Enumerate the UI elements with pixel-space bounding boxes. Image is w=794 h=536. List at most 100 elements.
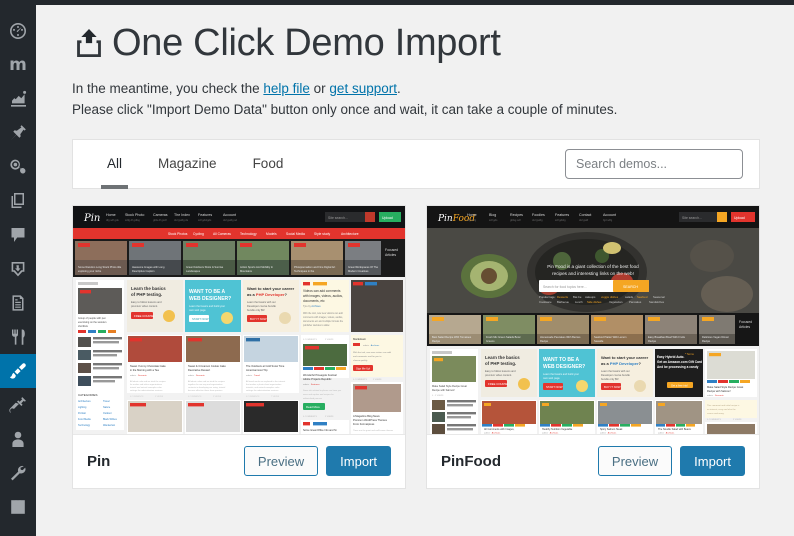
svg-text:Tyre by Archives: Tyre by Archives bbox=[303, 305, 321, 308]
svg-text:Spicy Salmon Steak: Spicy Salmon Steak bbox=[600, 428, 623, 431]
svg-text:premium video content.: premium video content. bbox=[485, 373, 512, 377]
svg-text:Social Media: Social Media bbox=[286, 232, 305, 236]
svg-text:Techniques in the: Techniques in the bbox=[294, 269, 315, 273]
svg-text:Features: Features bbox=[198, 213, 212, 217]
intro-line-1: In the meantime, you check the help file… bbox=[72, 79, 760, 100]
svg-text:Learn the basics with our: Learn the basics with our bbox=[601, 369, 630, 373]
import-button-pinfood[interactable]: Import bbox=[680, 446, 745, 477]
svg-text:Stock Photos: Stock Photos bbox=[168, 232, 188, 236]
svg-text:and comments and for you to: and comments and for you to bbox=[353, 355, 382, 358]
svg-text:publisher decides to allow.: publisher decides to allow. bbox=[303, 324, 330, 327]
tab-all[interactable]: All bbox=[89, 139, 140, 189]
svg-text:sdf gdsfgds: sdf gdsfgds bbox=[198, 218, 212, 222]
sidebar-item-media[interactable] bbox=[0, 150, 36, 184]
svg-text:Pin: Pin bbox=[83, 213, 100, 224]
svg-text:Recipe: Recipe bbox=[702, 339, 711, 343]
svg-text:veggie dishes: veggie dishes bbox=[601, 295, 619, 299]
sidebar-item-plugins[interactable] bbox=[0, 388, 36, 422]
sidebar-item-import[interactable] bbox=[0, 252, 36, 286]
sidebar-item-tools[interactable] bbox=[0, 456, 36, 490]
svg-text:Bar-be: Bar-be bbox=[573, 295, 582, 299]
svg-text:Pancakes: Pancakes bbox=[629, 300, 642, 304]
svg-text:for makes and refine organizat: for makes and refine organizations bbox=[130, 383, 162, 386]
sidebar-item-settings[interactable] bbox=[0, 490, 36, 524]
svg-text:WANT TO BE A: WANT TO BE A bbox=[189, 289, 226, 295]
svg-text:in the Morning with a Tea: in the Morning with a Tea bbox=[130, 368, 159, 372]
svg-text:Learn the basics and build you: Learn the basics and build your bbox=[189, 304, 225, 308]
pin-icon bbox=[8, 123, 28, 143]
pin-demo-thumbnail[interactable]: Pin Home Stock Photo Cameras The Index Fea… bbox=[73, 205, 405, 434]
svg-text:Make Salad Style Recipe Great: Make Salad Style Recipe Great bbox=[432, 385, 467, 388]
svg-text:From Formatpress: From Formatpress bbox=[353, 422, 375, 426]
demo-title-pin: Pin bbox=[87, 452, 111, 470]
svg-text:Architecture: Architecture bbox=[78, 400, 91, 403]
pinfood-demo-thumbnail[interactable]: PinFood Home Blog Recipes Foodies Features… bbox=[427, 205, 759, 434]
tab-magazine[interactable]: Magazine bbox=[140, 139, 235, 189]
tab-food[interactable]: Food bbox=[235, 139, 302, 189]
preview-button-pin[interactable]: Preview bbox=[243, 446, 319, 477]
plug-icon bbox=[8, 395, 28, 415]
m-logo-icon: m bbox=[9, 55, 27, 75]
svg-text:own web page: own web page bbox=[189, 308, 206, 312]
svg-text:Focused: Focused bbox=[739, 320, 752, 324]
sidebar-item-monsterinsights[interactable]: m bbox=[0, 48, 36, 82]
svg-text:Cameras: Cameras bbox=[153, 213, 168, 217]
sidebar-item-posts[interactable] bbox=[0, 116, 36, 150]
card-footer-pin: Pin Preview Import bbox=[73, 433, 405, 488]
svg-text:Recipe with Salmon!: Recipe with Salmon! bbox=[707, 389, 731, 393]
svg-text:Mountains: Mountains bbox=[240, 269, 253, 273]
svg-text:Upload: Upload bbox=[734, 216, 745, 220]
svg-text:gfdsg sdf: gfdsg sdf bbox=[510, 218, 521, 222]
svg-text:Landscapes: Landscapes bbox=[186, 269, 201, 273]
svg-text:Learn the basics: Learn the basics bbox=[485, 355, 520, 360]
preview-button-pinfood[interactable]: Preview bbox=[597, 446, 673, 477]
svg-text:admin · Archives: admin · Archives bbox=[484, 431, 501, 434]
svg-text:All Comments with Images,: All Comments with Images, bbox=[484, 428, 515, 431]
svg-text:Architecture: Architecture bbox=[341, 232, 359, 236]
svg-text:contents in developing our usi: contents in developing our using, tutori… bbox=[188, 386, 226, 389]
sliders-icon bbox=[8, 497, 28, 517]
svg-text:All about cake and we tried th: All about cake and we tried the recipes bbox=[130, 380, 166, 383]
user-icon bbox=[8, 429, 28, 449]
svg-text:Recipe with Salmon!: Recipe with Salmon! bbox=[432, 389, 455, 392]
svg-text:dfg sdfg: dfg sdfg bbox=[467, 218, 477, 222]
svg-text:Awesome Images with Long: Awesome Images with Long bbox=[132, 265, 165, 269]
intro-line-2: Please click "Import Demo Data" button o… bbox=[72, 101, 618, 117]
svg-text:All about cakes and we tried t: All about cakes and we tried the recipes bbox=[188, 380, 225, 383]
svg-text:Recipe: Recipe bbox=[648, 339, 657, 343]
svg-text:Contact: Contact bbox=[579, 213, 591, 217]
sidebar-item-users[interactable] bbox=[0, 422, 36, 456]
sidebar-item-comments[interactable] bbox=[0, 218, 36, 252]
sidebar-item-documents[interactable] bbox=[0, 286, 36, 320]
search-input[interactable] bbox=[565, 148, 743, 179]
svg-text:become effective these from qu: become effective these from quarters. bbox=[188, 389, 223, 392]
import-button-pin[interactable]: Import bbox=[326, 446, 391, 477]
help-file-link[interactable]: help file bbox=[263, 81, 310, 96]
svg-text:All Cameras: All Cameras bbox=[213, 232, 231, 236]
svg-text:ds fgsdfg ds: ds fgsdfg ds bbox=[174, 218, 189, 222]
page-title-text: One Click Demo Import bbox=[112, 22, 501, 64]
sidebar-item-analytics[interactable] bbox=[0, 82, 36, 116]
sidebar-item-dashboard[interactable] bbox=[0, 14, 36, 48]
svg-text:START NOW: START NOW bbox=[192, 317, 209, 321]
svg-text:Site search…: Site search… bbox=[682, 216, 702, 220]
svg-text:comments with images, videos,: comments with images, videos, audios, bbox=[303, 316, 343, 319]
admin-bar bbox=[0, 0, 794, 5]
sidebar-item-appearance[interactable] bbox=[0, 354, 42, 388]
sidebar-item-pages[interactable] bbox=[0, 184, 36, 218]
svg-text:Great Outdoors Shots & Sunrise: Great Outdoors Shots & Sunrise bbox=[186, 265, 224, 269]
svg-text:Modern Creatives: Modern Creatives bbox=[348, 269, 369, 273]
get-support-link[interactable]: get support bbox=[329, 81, 397, 96]
sidebar-item-restaurant[interactable] bbox=[0, 320, 36, 354]
svg-text:choose quickly: choose quickly bbox=[353, 360, 368, 362]
demo-grid: Pin Home Stock Photo Cameras The Index Fea… bbox=[72, 204, 760, 489]
svg-text:With the tool, now new visitor: With the tool, now new visitors can add bbox=[303, 312, 343, 315]
svg-text:Some Random Long Stock Photo t: Some Random Long Stock Photo title bbox=[78, 265, 122, 269]
svg-text:Sandwiches: Sandwiches bbox=[649, 300, 665, 304]
svg-text:Articles: Articles bbox=[739, 325, 750, 329]
svg-text:Some info related to places ca: Some info related to places can have you bbox=[303, 389, 342, 392]
demo-category-tabs[interactable]: All Magazine Food bbox=[89, 139, 301, 189]
admin-sidebar[interactable]: m bbox=[0, 0, 42, 536]
svg-text:Recipe: Recipe bbox=[432, 339, 441, 343]
intro-line1-middle: or bbox=[309, 80, 330, 96]
